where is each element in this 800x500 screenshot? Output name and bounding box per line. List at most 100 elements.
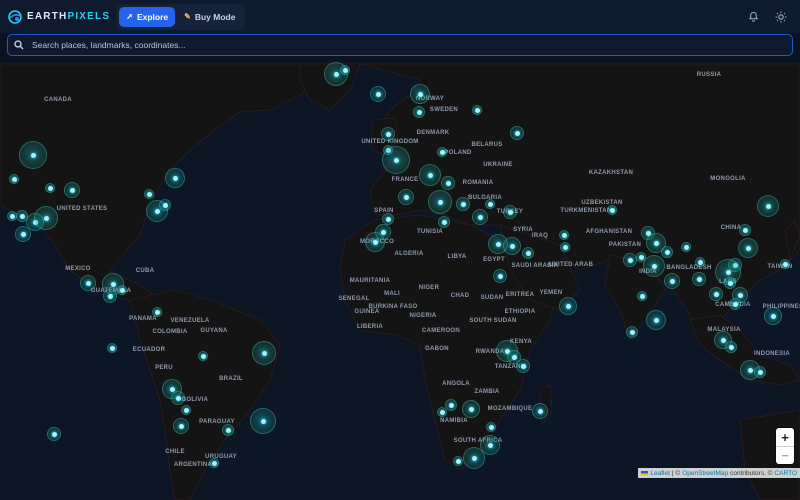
marker-dot (154, 208, 160, 214)
location-marker[interactable] (695, 257, 705, 267)
location-marker[interactable] (559, 230, 569, 240)
location-marker[interactable] (480, 435, 500, 455)
buy-mode-button[interactable]: ✎ Buy Mode (177, 7, 242, 27)
location-marker[interactable] (532, 403, 548, 419)
location-marker[interactable] (165, 168, 185, 188)
location-marker[interactable] (15, 226, 31, 242)
location-marker[interactable] (692, 272, 706, 286)
location-marker[interactable] (764, 307, 782, 325)
sun-icon[interactable] (774, 10, 788, 24)
location-marker[interactable] (510, 126, 524, 140)
location-marker[interactable] (222, 424, 234, 436)
location-marker[interactable] (516, 359, 530, 373)
marker-dot (696, 276, 702, 282)
marker-dot (487, 201, 493, 207)
osm-link[interactable]: OpenStreetMap (682, 470, 728, 477)
location-marker[interactable] (441, 176, 455, 190)
bell-icon[interactable] (746, 10, 760, 24)
location-marker[interactable] (626, 326, 638, 338)
world-map[interactable]: RUSSIACANADAUNITED STATESMEXICOCUBAGUATE… (0, 62, 800, 500)
location-marker[interactable] (381, 127, 395, 141)
location-marker[interactable] (456, 197, 470, 211)
location-marker[interactable] (34, 206, 58, 230)
marker-dot (514, 130, 520, 136)
map-label: POLAND (444, 150, 472, 156)
location-marker[interactable] (152, 307, 162, 317)
location-marker[interactable] (738, 238, 758, 258)
leaflet-link[interactable]: Leaflet (650, 470, 670, 477)
location-marker[interactable] (646, 310, 666, 330)
location-marker[interactable] (340, 65, 350, 75)
location-marker[interactable] (445, 399, 457, 411)
map-label: BOLIVIA (181, 397, 209, 403)
zoom-in-button[interactable]: + (776, 428, 794, 446)
location-marker[interactable] (709, 287, 723, 301)
location-marker[interactable] (45, 183, 55, 193)
location-marker[interactable] (472, 209, 488, 225)
location-marker[interactable] (171, 391, 185, 405)
location-marker[interactable] (413, 106, 425, 118)
location-marker[interactable] (472, 105, 482, 115)
location-marker[interactable] (724, 277, 736, 289)
location-marker[interactable] (398, 189, 414, 205)
location-marker[interactable] (9, 174, 19, 184)
location-marker[interactable] (780, 259, 790, 269)
location-marker[interactable] (47, 427, 61, 441)
location-marker[interactable] (252, 341, 276, 365)
location-marker[interactable] (560, 242, 570, 252)
location-marker[interactable] (643, 255, 665, 277)
location-marker[interactable] (739, 224, 751, 236)
location-marker[interactable] (607, 205, 617, 215)
location-marker[interactable] (725, 341, 737, 353)
location-marker[interactable] (365, 232, 385, 252)
location-marker[interactable] (159, 199, 171, 211)
location-marker[interactable] (144, 189, 154, 199)
location-marker[interactable] (503, 237, 521, 255)
zoom-out-button[interactable]: − (776, 446, 794, 464)
location-marker[interactable] (757, 195, 779, 217)
location-marker[interactable] (637, 291, 647, 301)
marker-dot (720, 337, 726, 343)
location-marker[interactable] (437, 407, 447, 417)
location-marker[interactable] (410, 84, 430, 104)
location-marker[interactable] (486, 422, 496, 432)
logo[interactable]: EARTHPIXELS (8, 9, 110, 24)
location-marker[interactable] (173, 418, 189, 434)
carto-link[interactable]: CARTO (774, 470, 797, 477)
location-marker[interactable] (198, 351, 208, 361)
location-marker[interactable] (503, 205, 517, 219)
location-marker[interactable] (462, 400, 480, 418)
location-marker[interactable] (103, 289, 117, 303)
location-marker[interactable] (382, 146, 410, 174)
location-marker[interactable] (181, 405, 191, 415)
location-marker[interactable] (117, 285, 127, 295)
location-marker[interactable] (559, 297, 577, 315)
location-marker[interactable] (80, 275, 96, 291)
search-input[interactable] (32, 40, 786, 50)
location-marker[interactable] (370, 86, 386, 102)
location-marker[interactable] (250, 408, 276, 434)
location-marker[interactable] (453, 456, 463, 466)
location-marker[interactable] (438, 216, 450, 228)
location-marker[interactable] (729, 298, 741, 310)
location-marker[interactable] (419, 164, 441, 186)
location-marker[interactable] (209, 458, 219, 468)
location-marker[interactable] (754, 366, 766, 378)
logo-text: EARTHPIXELS (27, 11, 110, 22)
location-marker[interactable] (664, 273, 680, 289)
location-marker[interactable] (623, 253, 637, 267)
location-marker[interactable] (636, 252, 646, 262)
location-marker[interactable] (19, 141, 47, 169)
location-marker[interactable] (522, 247, 534, 259)
location-marker[interactable] (661, 246, 673, 258)
location-marker[interactable] (107, 343, 117, 353)
marker-dot (697, 259, 703, 265)
location-marker[interactable] (437, 147, 447, 157)
location-marker[interactable] (493, 269, 507, 283)
map-label: KAZAKHSTAN (588, 170, 634, 176)
location-marker[interactable] (64, 182, 80, 198)
explore-mode-button[interactable]: ➚ Explore (119, 6, 176, 27)
location-marker[interactable] (485, 199, 495, 209)
location-marker[interactable] (681, 242, 691, 252)
location-marker[interactable] (428, 190, 452, 214)
